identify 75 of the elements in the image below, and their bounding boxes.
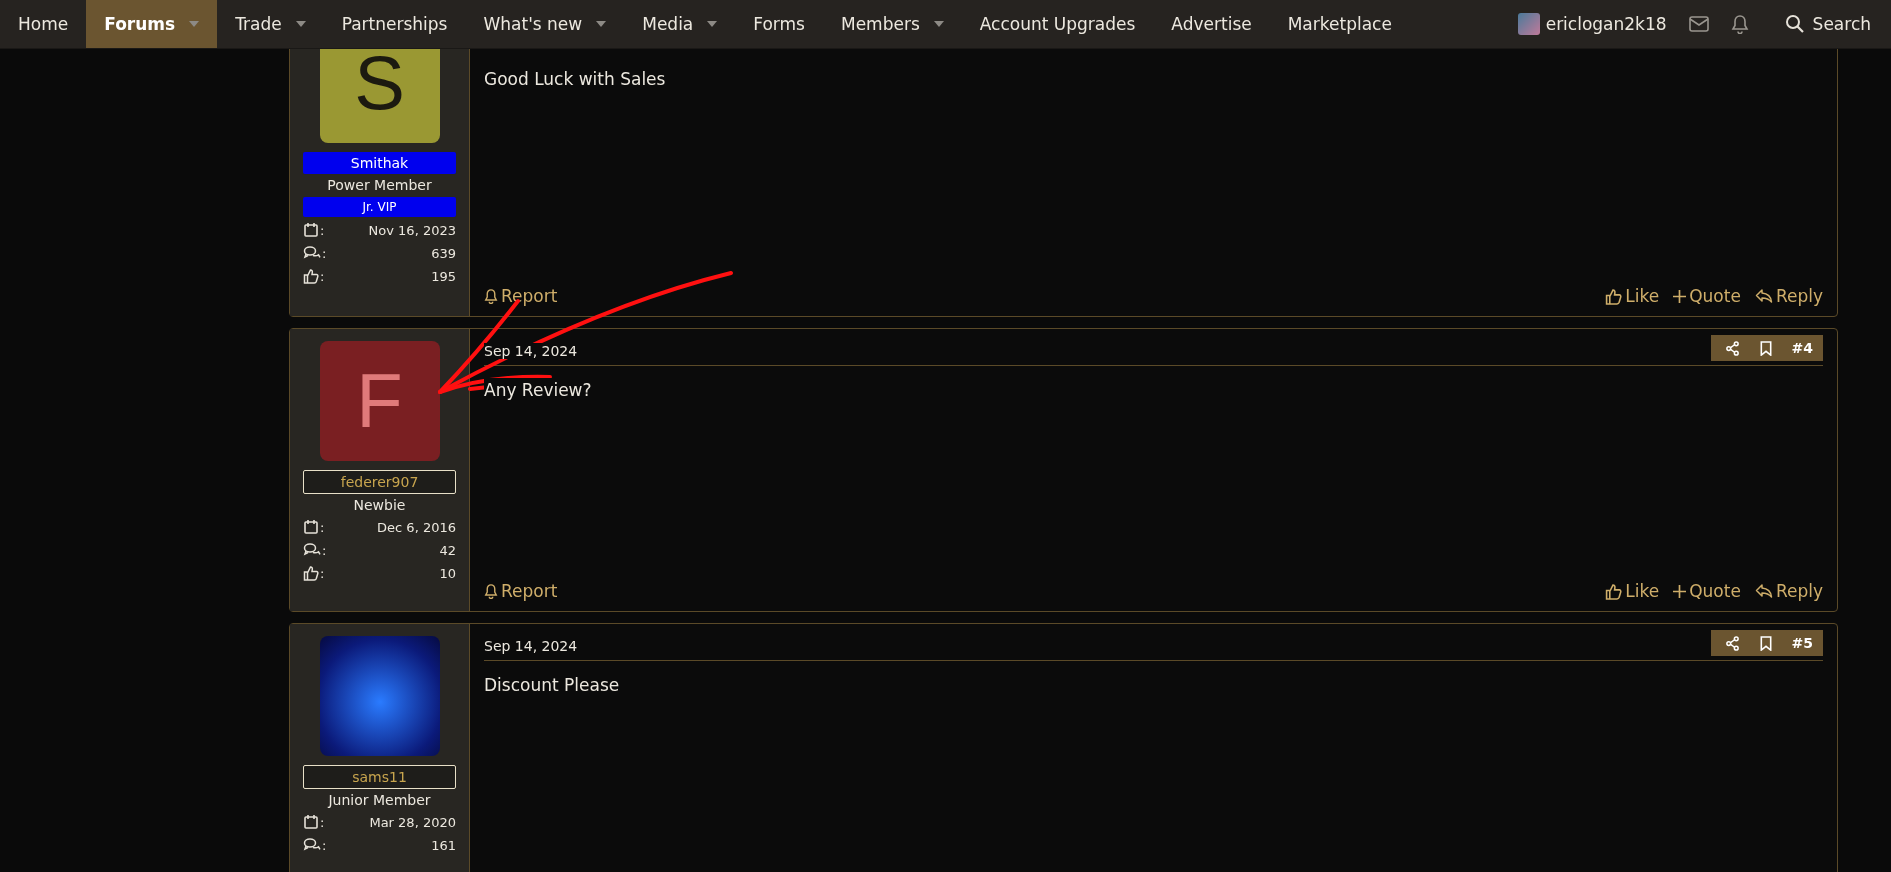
thumbs-up-icon bbox=[303, 268, 319, 284]
colon-separator: : bbox=[320, 565, 325, 581]
nav-tab[interactable]: What's new bbox=[465, 0, 625, 48]
search-icon bbox=[1784, 14, 1805, 34]
chat-bubbles-icon bbox=[303, 837, 321, 853]
username-link[interactable]: Smithak bbox=[303, 152, 456, 174]
thumbs-up-icon bbox=[1605, 582, 1623, 600]
calendar-icon bbox=[303, 814, 319, 830]
user-rank: Newbie bbox=[353, 497, 406, 513]
nav-tab[interactable]: Members bbox=[822, 0, 962, 48]
reply-arrow-icon bbox=[1754, 583, 1773, 599]
nav-tab[interactable]: Marketplace bbox=[1269, 0, 1410, 48]
quote-link[interactable]: Quote bbox=[1673, 581, 1741, 601]
reply-link[interactable]: Reply bbox=[1754, 286, 1823, 306]
reply-link[interactable]: Reply bbox=[1754, 581, 1823, 601]
nav-tab[interactable]: Media bbox=[624, 0, 736, 48]
username-link[interactable]: federer907 bbox=[303, 470, 456, 494]
bell-icon bbox=[484, 288, 498, 304]
like-link[interactable]: Like bbox=[1605, 581, 1660, 601]
post-text: Any Review? bbox=[484, 378, 592, 402]
bell-icon[interactable] bbox=[1730, 14, 1749, 34]
colon-separator: : bbox=[322, 245, 327, 261]
stat-value: Dec 6, 2016 bbox=[377, 519, 456, 535]
nav-tab[interactable]: Forums bbox=[86, 0, 218, 48]
thumbs-up-icon bbox=[303, 565, 319, 581]
calendar-icon bbox=[303, 519, 319, 535]
nav-tab[interactable]: Advertise bbox=[1153, 0, 1270, 48]
nav-tab[interactable]: Home bbox=[0, 0, 87, 48]
reply-arrow-icon bbox=[1754, 288, 1773, 304]
bookmark-icon[interactable] bbox=[1759, 635, 1772, 651]
chat-bubbles-icon bbox=[303, 542, 321, 558]
colon-separator: : bbox=[320, 222, 325, 238]
post-date[interactable]: Sep 14, 2024 bbox=[484, 638, 578, 654]
quote-link[interactable]: Quote bbox=[1673, 286, 1741, 306]
post-number-link[interactable]: #5 bbox=[1791, 635, 1813, 651]
plus-icon bbox=[1673, 584, 1687, 598]
account-link[interactable]: ericlogan2k18 bbox=[1545, 14, 1667, 34]
stat-value: 161 bbox=[431, 837, 456, 853]
avatar-placeholder[interactable] bbox=[1517, 13, 1540, 35]
nav-tab[interactable]: Trade bbox=[217, 0, 324, 48]
avatar-letter: F bbox=[356, 363, 403, 439]
colon-separator: : bbox=[320, 519, 325, 535]
user-banner: Jr. VIP bbox=[303, 197, 456, 217]
stat-value: Mar 28, 2020 bbox=[369, 814, 456, 830]
avatar-letter: S bbox=[354, 45, 405, 121]
report-link[interactable]: Report bbox=[484, 581, 558, 601]
thumbs-up-icon bbox=[1605, 287, 1623, 305]
colon-separator: : bbox=[320, 268, 325, 284]
stat-value: 10 bbox=[439, 565, 456, 581]
colon-separator: : bbox=[322, 542, 327, 558]
plus-icon bbox=[1673, 289, 1687, 303]
bookmark-icon[interactable] bbox=[1759, 340, 1772, 356]
stat-value: Nov 16, 2023 bbox=[368, 222, 456, 238]
post-number-link[interactable]: #4 bbox=[1791, 340, 1813, 356]
post-date[interactable]: Sep 14, 2024 bbox=[484, 343, 578, 359]
nav-tab[interactable]: Account Upgrades bbox=[961, 0, 1154, 48]
share-icon[interactable] bbox=[1724, 340, 1740, 356]
colon-separator: : bbox=[322, 837, 327, 853]
username-link[interactable]: sams11 bbox=[303, 765, 456, 789]
share-icon[interactable] bbox=[1724, 635, 1740, 651]
user-rank: Junior Member bbox=[328, 792, 431, 808]
bell-icon bbox=[484, 583, 498, 599]
report-link[interactable]: Report bbox=[484, 286, 558, 306]
colon-separator: : bbox=[320, 814, 325, 830]
search-button[interactable]: Search bbox=[1784, 14, 1871, 34]
stat-value: 195 bbox=[431, 268, 456, 284]
nav-tab[interactable]: Partnerships bbox=[323, 0, 466, 48]
like-link[interactable]: Like bbox=[1605, 286, 1660, 306]
user-rank: Power Member bbox=[327, 177, 432, 193]
stat-value: 639 bbox=[431, 245, 456, 261]
chat-bubbles-icon bbox=[303, 245, 321, 261]
stat-value: 42 bbox=[439, 542, 456, 558]
calendar-icon bbox=[303, 222, 319, 238]
nav-tab[interactable]: Forms bbox=[735, 0, 823, 48]
mail-icon[interactable] bbox=[1688, 16, 1709, 32]
